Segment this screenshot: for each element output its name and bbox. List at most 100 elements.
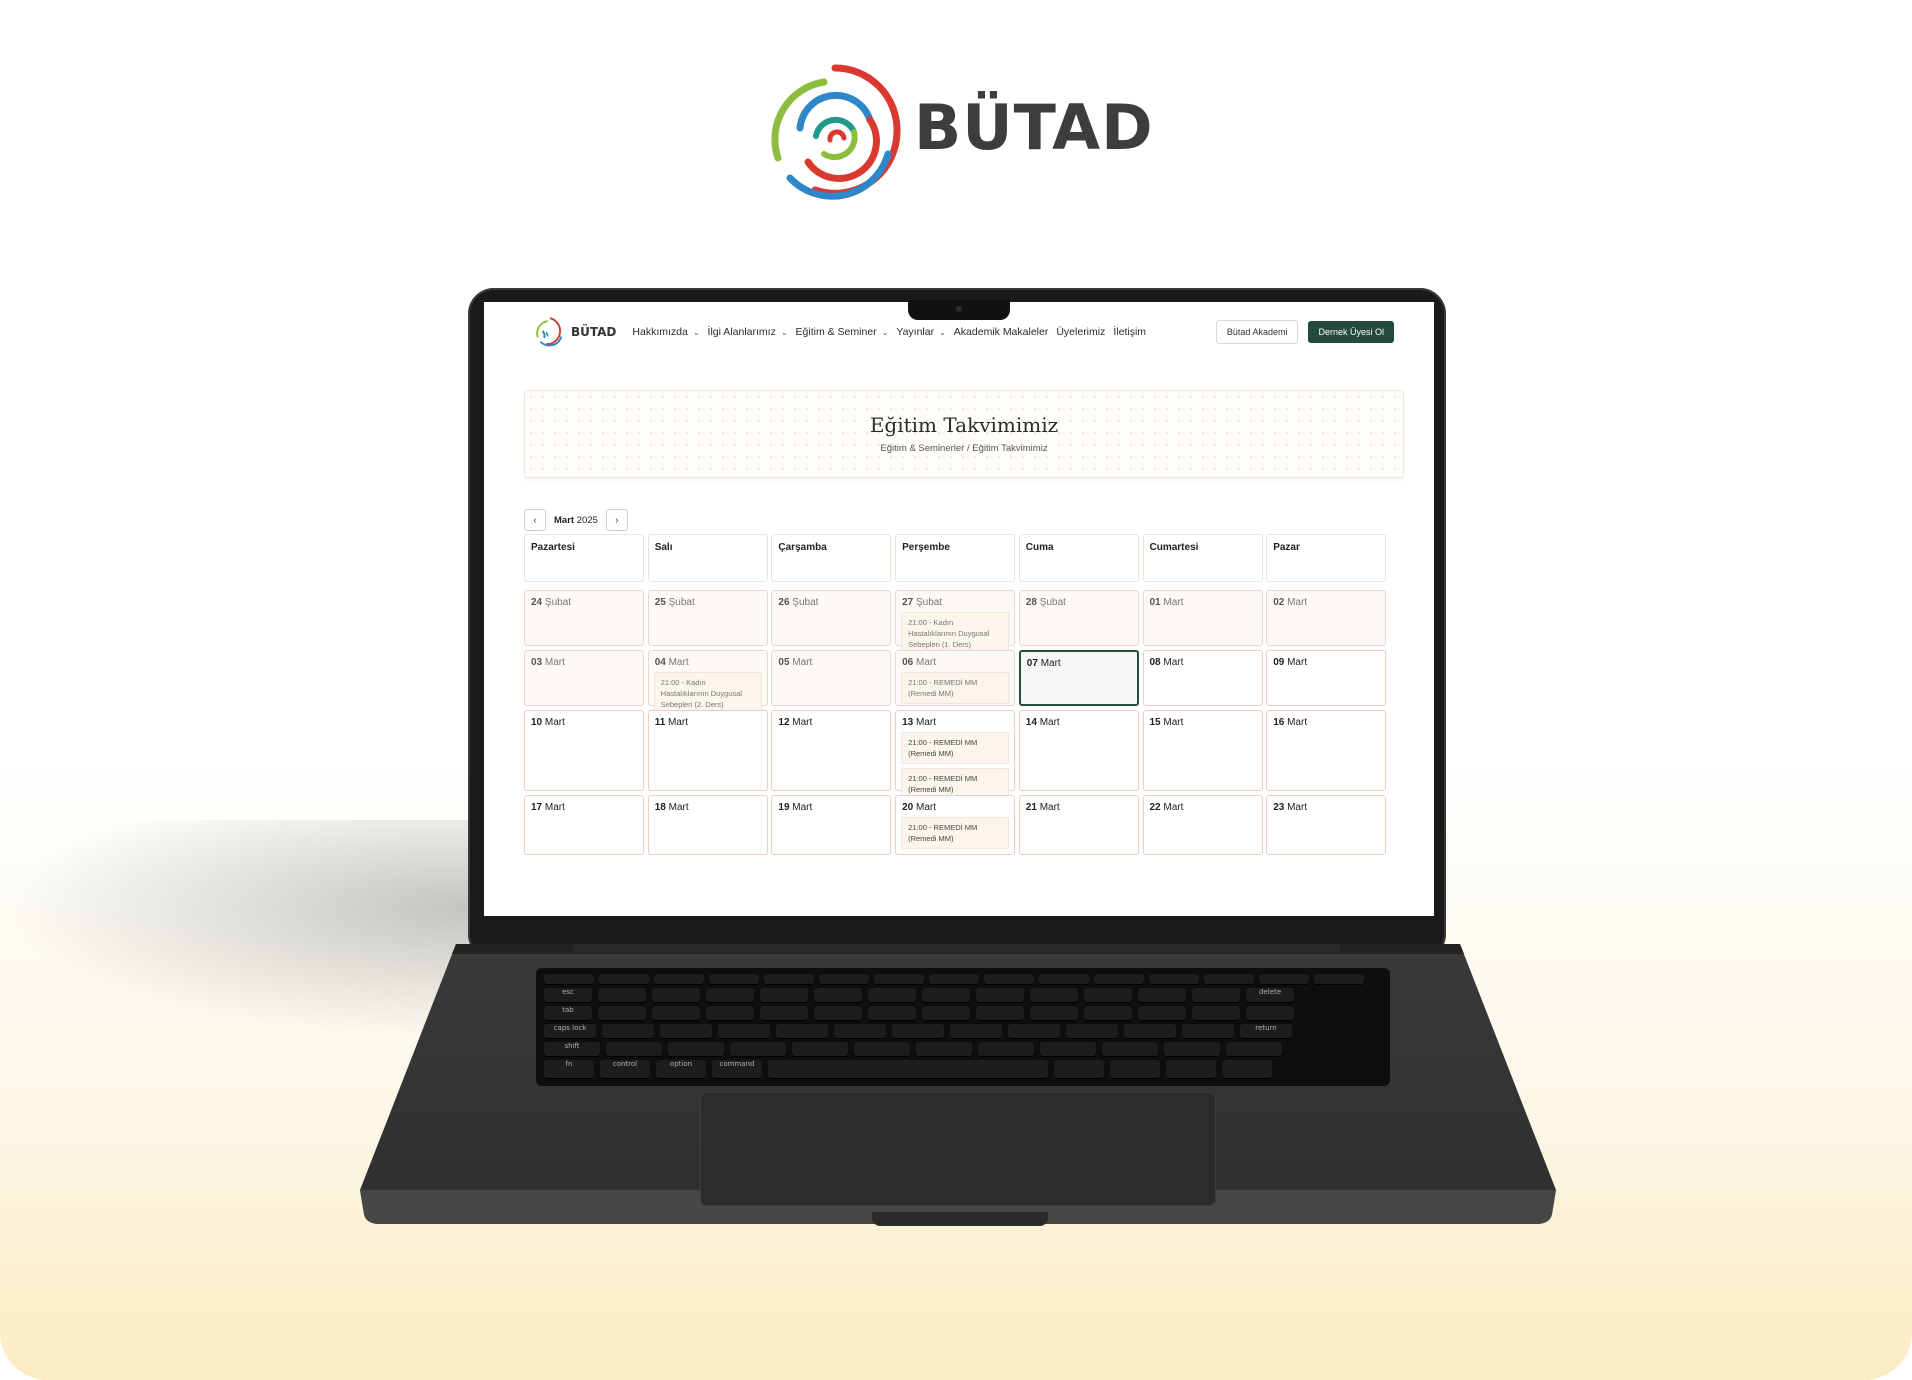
keyboard-key — [1084, 1006, 1132, 1020]
calendar-day[interactable]: 23 Mart — [1266, 795, 1387, 855]
calendar-day[interactable]: 03 Mart — [524, 650, 644, 706]
calendar-event[interactable]: 21:00 - REMEDİ MM (Remedi MM) — [901, 672, 1010, 704]
keyboard-key — [950, 1024, 1002, 1038]
day-number: 08 — [1149, 657, 1161, 668]
keyboard-key — [709, 974, 759, 984]
calendar-day[interactable]: 11 Mart — [647, 710, 768, 791]
keyboard-key — [760, 1006, 808, 1020]
calendar-day[interactable]: 24 Şubat — [524, 590, 644, 646]
calendar-day[interactable]: 12 Mart — [771, 710, 892, 791]
day-label: 08 Mart — [1144, 651, 1262, 668]
nav-item-hakkimizda[interactable]: Hakkımızda ⌄ — [632, 326, 699, 338]
nav-item-label: Üyelerimiz — [1056, 326, 1106, 338]
current-month-label: Mart 2025 — [554, 515, 598, 526]
calendar-day[interactable]: 18 Mart — [647, 795, 768, 855]
keyboard-key — [544, 974, 594, 984]
day-number: 10 — [531, 717, 543, 728]
chevron-down-icon: ⌄ — [881, 327, 889, 337]
calendar-day[interactable]: 01 Mart — [1142, 590, 1263, 646]
calendar-day[interactable]: 19 Mart — [771, 795, 892, 855]
weekday-label: Cumartesi — [1149, 542, 1199, 553]
nav-item-egitim-seminer[interactable]: Eğitim & Seminer ⌄ — [796, 326, 889, 338]
keyboard-key — [1054, 1060, 1104, 1078]
day-number: 12 — [778, 717, 790, 728]
day-label: 11 Mart — [649, 711, 767, 728]
calendar-event[interactable]: 21:00 - Kadın Hastalıklarının Duygusal S… — [653, 672, 762, 715]
weekday-header: Cumartesi — [1142, 534, 1263, 582]
keyboard-key — [606, 1042, 662, 1056]
day-number: 23 — [1273, 802, 1285, 813]
calendar-day-today[interactable]: 07 Mart — [1018, 650, 1139, 706]
calendar-day[interactable]: 27 Şubat 21:00 - Kadın Hastalıklarının Du… — [895, 590, 1016, 655]
day-label: 14 Mart — [1020, 711, 1138, 728]
day-month: Mart — [542, 802, 565, 813]
nav-item-uyelerimiz[interactable]: Üyelerimiz — [1056, 326, 1105, 338]
chevron-left-icon: ‹ — [533, 514, 537, 526]
keyboard-key — [874, 974, 924, 984]
day-month: Mart — [1160, 657, 1184, 668]
butad-akademi-button[interactable]: Bütad Akademi — [1215, 320, 1299, 344]
keyboard-key — [706, 988, 754, 1002]
day-number: 01 — [1149, 597, 1161, 608]
calendar-day[interactable]: 13 Mart 21:00 - REMEDİ MM (Remedi MM) 21:0… — [895, 710, 1016, 800]
day-month: Mart — [913, 802, 936, 813]
calendar-day[interactable]: 26 Şubat — [771, 590, 892, 646]
calendar-day[interactable]: 06 Mart 21:00 - REMEDİ MM (Remedi MM) — [895, 650, 1016, 706]
day-label: 21 Mart — [1020, 796, 1138, 813]
breadcrumb[interactable]: Eğitim & Seminerler / Eğitim Takvimimiz — [525, 443, 1403, 454]
calendar-day[interactable]: 14 Mart — [1018, 710, 1139, 791]
keyboard-key — [922, 988, 970, 1002]
nav-item-iletisim[interactable]: İletişim — [1113, 326, 1146, 338]
calendar-day[interactable]: 09 Mart — [1266, 650, 1387, 706]
spiral-logo-icon[interactable] — [534, 316, 566, 348]
calendar-event[interactable]: 21:00 - REMEDİ MM (Remedi MM) — [901, 817, 1010, 849]
keyboard-key — [1030, 988, 1078, 1002]
keyboard-key — [984, 974, 1034, 984]
day-month: Şubat — [665, 597, 695, 608]
keyboard-key — [892, 1024, 944, 1038]
keyboard-key — [1094, 974, 1144, 984]
keyboard-key — [602, 1024, 654, 1038]
calendar-toolbar: ‹ Mart 2025 › — [524, 509, 628, 531]
nav-brand-name[interactable]: BÜTAD — [571, 325, 616, 339]
calendar-day[interactable]: 28 Şubat — [1018, 590, 1139, 646]
trackpad[interactable] — [700, 1092, 1216, 1206]
calendar-day[interactable]: 20 Mart 21:00 - REMEDİ MM (Remedi MM) — [895, 795, 1016, 855]
day-label: 23 Mart — [1267, 796, 1385, 813]
day-number: 28 — [1025, 597, 1037, 608]
keyboard-key — [1084, 988, 1132, 1002]
calendar-day[interactable]: 21 Mart — [1018, 795, 1139, 855]
day-month: Mart — [789, 802, 813, 813]
calendar-day[interactable]: 22 Mart — [1142, 795, 1263, 855]
day-number: 06 — [902, 657, 914, 668]
become-member-button[interactable]: Dernek Üyesi Ol — [1308, 321, 1394, 343]
day-month: Mart — [1284, 657, 1308, 668]
spiral-logo-icon — [771, 64, 901, 200]
keyboard-key — [916, 1042, 972, 1056]
calendar-day[interactable]: 17 Mart — [524, 795, 644, 855]
weekday-header: Pazartesi — [524, 534, 644, 582]
day-month: Mart — [542, 717, 565, 728]
prev-month-button[interactable]: ‹ — [524, 509, 546, 531]
day-label: 28 Şubat — [1020, 591, 1138, 608]
nav-item-akademik-makaleler[interactable]: Akademik Makaleler — [954, 326, 1049, 338]
calendar-day[interactable]: 16 Mart — [1266, 710, 1387, 791]
calendar-day[interactable]: 15 Mart — [1142, 710, 1263, 791]
calendar-event[interactable]: 21:00 - Kadın Hastalıklarının Duygusal S… — [901, 612, 1010, 655]
calendar-day[interactable]: 04 Mart 21:00 - Kadın Hastalıklarının Duy… — [647, 650, 768, 715]
calendar-day[interactable]: 25 Şubat — [647, 590, 768, 646]
calendar-day[interactable]: 02 Mart — [1266, 590, 1387, 646]
calendar-day[interactable]: 05 Mart — [771, 650, 892, 706]
calendar-day[interactable]: 10 Mart — [524, 710, 644, 791]
calendar-event[interactable]: 21:00 - REMEDİ MM (Remedi MM) — [901, 732, 1010, 764]
weekday-label: Perşembe — [902, 542, 950, 553]
keyboard-key — [654, 974, 704, 984]
weekday-header: Salı — [647, 534, 768, 582]
day-month: Mart — [1284, 597, 1308, 608]
keyboard-key — [976, 988, 1024, 1002]
nav-item-yayinlar[interactable]: Yayınlar ⌄ — [896, 326, 945, 338]
next-month-button[interactable]: › — [605, 509, 628, 531]
nav-item-ilgi-alanlarimiz[interactable]: İlgi Alanlarımız ⌄ — [708, 326, 788, 338]
day-month: Mart — [1284, 802, 1308, 813]
calendar-day[interactable]: 08 Mart — [1142, 650, 1263, 706]
